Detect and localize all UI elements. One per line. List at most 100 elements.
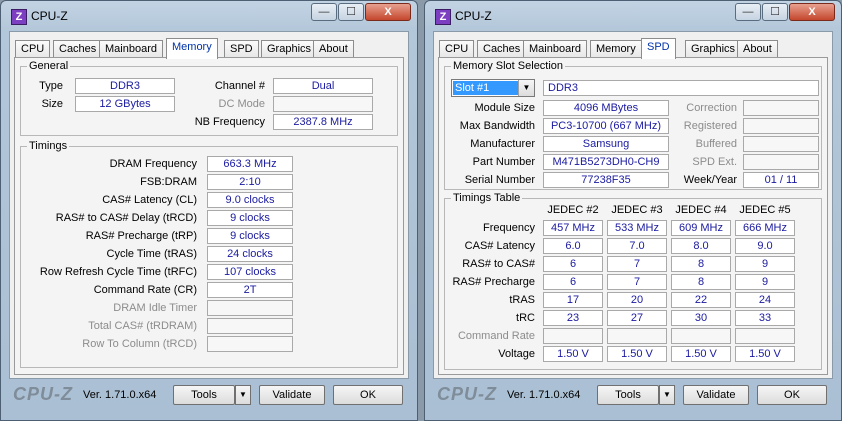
slot-select[interactable]: Slot #1 ▼	[451, 79, 535, 97]
timing-label: Row Refresh Cycle Time (tRFC)	[39, 266, 197, 278]
timing-value: 9.0 clocks	[207, 192, 293, 208]
nb-frequency-value: 2387.8 MHz	[273, 114, 373, 130]
footer-bar: CPU-Z Ver. 1.71.0.x64 Tools ▼ Validate O…	[9, 381, 409, 411]
slot-side-label: Registered	[683, 120, 737, 132]
slot-field-value: M471B5273DH0-CH9	[543, 154, 669, 170]
close-button[interactable]: X	[365, 3, 411, 21]
timing-label: Cycle Time (tRAS)	[106, 248, 197, 260]
window-title: CPU-Z	[31, 9, 68, 23]
minimize-button[interactable]: —	[311, 3, 337, 21]
timings-cell: 1.50 V	[671, 346, 731, 362]
title-bar[interactable]: Z CPU-Z — ☐ X	[1, 1, 417, 31]
timings-row-label: RAS# Precharge	[452, 276, 535, 288]
timings-cell: 1.50 V	[735, 346, 795, 362]
timings-column-header: JEDEC #2	[547, 204, 599, 216]
timings-group-title: Timings	[27, 140, 70, 152]
tab-graphics[interactable]: Graphics	[685, 40, 742, 58]
timings-cell	[671, 328, 731, 344]
timing-value: 9 clocks	[207, 228, 293, 244]
timing-value: 107 clocks	[207, 264, 293, 280]
type-value: DDR3	[75, 78, 175, 94]
tab-about[interactable]: About	[737, 40, 778, 58]
window-title: CPU-Z	[455, 9, 492, 23]
tab-spd[interactable]: SPD	[641, 38, 676, 59]
slot-field-value: 77238F35	[543, 172, 669, 188]
timings-cell: 7	[607, 256, 667, 272]
slot-field-value: PC3-10700 (667 MHz)	[543, 118, 669, 134]
timing-label: DRAM Frequency	[109, 158, 197, 170]
timings-cell: 9.0	[735, 238, 795, 254]
timings-row-label: Command Rate	[457, 330, 535, 342]
tab-cpu[interactable]: CPU	[15, 40, 51, 58]
slot-side-value	[743, 118, 819, 134]
validate-button[interactable]: Validate	[259, 385, 325, 405]
timings-cell: 27	[607, 310, 667, 326]
timing-value	[207, 336, 293, 352]
tab-caches[interactable]: Caches	[477, 40, 527, 58]
maximize-button[interactable]: ☐	[762, 3, 788, 21]
tools-dropdown-arrow-icon[interactable]: ▼	[235, 385, 251, 405]
cpuz-brand-logo: CPU-Z	[13, 384, 73, 404]
chevron-down-icon[interactable]: ▼	[518, 80, 534, 96]
timings-cell: 24	[735, 292, 795, 308]
tab-about[interactable]: About	[313, 40, 354, 58]
timings-row-label: Voltage	[498, 348, 535, 360]
slot-group-title: Memory Slot Selection	[451, 60, 566, 72]
timings-cell: 33	[735, 310, 795, 326]
tools-button[interactable]: Tools	[173, 385, 235, 405]
slot-field-label: Manufacturer	[470, 138, 535, 150]
slot-side-label: SPD Ext.	[692, 156, 737, 168]
ok-button[interactable]: OK	[333, 385, 403, 405]
tab-memory[interactable]: Memory	[166, 38, 218, 59]
slot-field-label: Part Number	[472, 156, 535, 168]
timing-label: Command Rate (CR)	[93, 284, 197, 296]
timing-label: RAS# to CAS# Delay (tRCD)	[55, 212, 197, 224]
timings-cell	[543, 328, 603, 344]
timings-cell: 609 MHz	[671, 220, 731, 236]
slot-side-label: Correction	[686, 102, 737, 114]
slot-side-value: 01 / 11	[743, 172, 819, 188]
tab-memory[interactable]: Memory	[590, 40, 642, 58]
timings-cell: 1.50 V	[543, 346, 603, 362]
minimize-button[interactable]: —	[735, 3, 761, 21]
ok-button[interactable]: OK	[757, 385, 827, 405]
timings-row-label: tRC	[516, 312, 535, 324]
tools-button[interactable]: Tools	[597, 385, 659, 405]
timings-group: Timings DRAM Frequency 663.3 MHz FSB:DRAM 2…	[20, 140, 398, 368]
timings-column-header: JEDEC #3	[611, 204, 663, 216]
timing-value	[207, 300, 293, 316]
channel-value: Dual	[273, 78, 373, 94]
timing-label: DRAM Idle Timer	[113, 302, 197, 314]
timing-value: 2:10	[207, 174, 293, 190]
close-button[interactable]: X	[789, 3, 835, 21]
cpuz-app-icon: Z	[11, 9, 27, 25]
tab-graphics[interactable]: Graphics	[261, 40, 318, 58]
tab-spd[interactable]: SPD	[224, 40, 259, 58]
tools-dropdown-arrow-icon[interactable]: ▼	[659, 385, 675, 405]
general-group-title: General	[27, 60, 71, 72]
dc-mode-label: DC Mode	[218, 98, 265, 110]
size-label: Size	[41, 98, 63, 110]
window-client: CPU Caches Mainboard Memory SPD Graphics…	[9, 31, 409, 379]
timings-cell: 666 MHz	[735, 220, 795, 236]
timings-column-header: JEDEC #5	[739, 204, 791, 216]
tab-cpu[interactable]: CPU	[439, 40, 475, 58]
tab-caches[interactable]: Caches	[53, 40, 103, 58]
timings-row-label: tRAS	[509, 294, 535, 306]
timings-cell: 22	[671, 292, 731, 308]
timing-label: FSB:DRAM	[140, 176, 197, 188]
timings-cell: 9	[735, 256, 795, 272]
maximize-button[interactable]: ☐	[338, 3, 364, 21]
slot-side-label: Buffered	[695, 138, 737, 150]
validate-button[interactable]: Validate	[683, 385, 749, 405]
slot-side-label: Week/Year	[683, 174, 737, 186]
slot-field-value: Samsung	[543, 136, 669, 152]
timings-cell: 1.50 V	[607, 346, 667, 362]
timings-cell: 6.0	[543, 238, 603, 254]
tab-mainboard[interactable]: Mainboard	[523, 40, 587, 58]
timings-cell: 23	[543, 310, 603, 326]
tab-mainboard[interactable]: Mainboard	[99, 40, 163, 58]
timings-cell: 533 MHz	[607, 220, 667, 236]
title-bar[interactable]: Z CPU-Z — ☐ X	[425, 1, 841, 31]
timings-cell: 30	[671, 310, 731, 326]
